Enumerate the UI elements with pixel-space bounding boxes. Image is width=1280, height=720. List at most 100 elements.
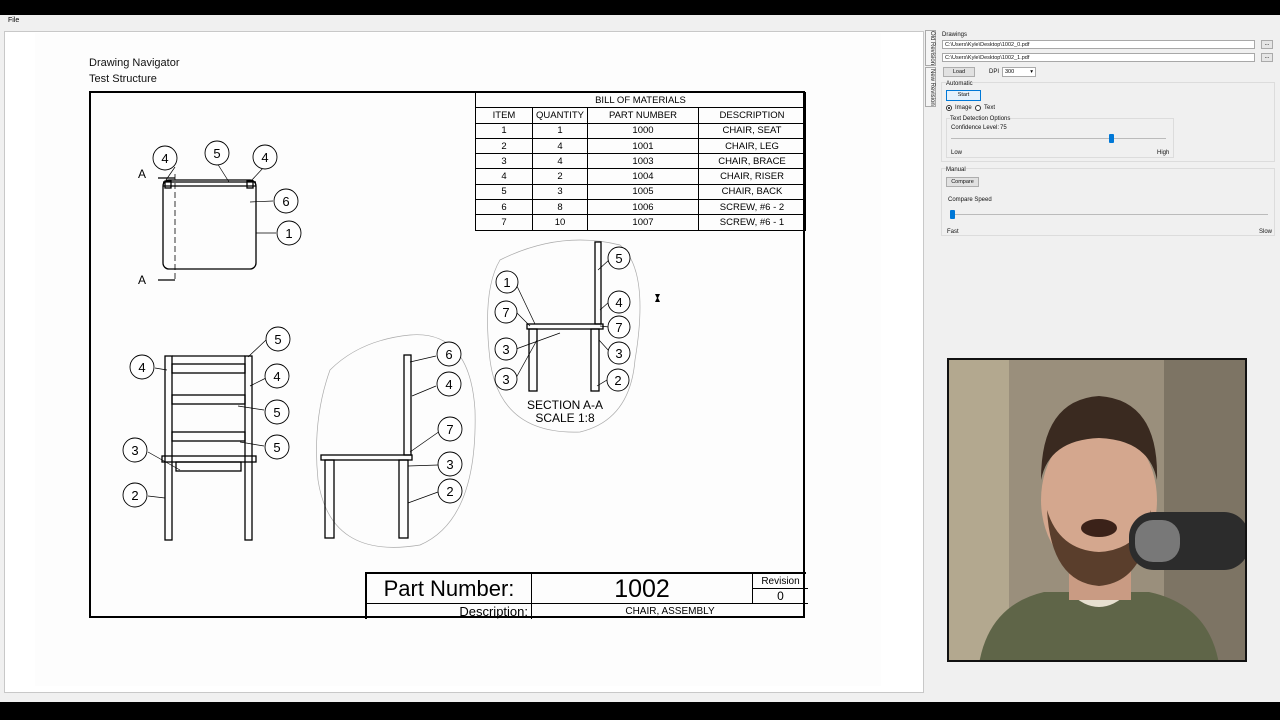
svg-text:5: 5 xyxy=(213,146,220,161)
callout-balloon: 6 xyxy=(273,188,299,214)
title-block: Part Number: 1002 Revision 0 Description… xyxy=(365,572,808,619)
svg-text:4: 4 xyxy=(273,369,280,384)
compare-speed-fast-label: Fast xyxy=(947,229,959,235)
svg-text:3: 3 xyxy=(502,372,509,387)
callout-balloon: 3 xyxy=(607,341,631,365)
compare-button[interactable]: Compare xyxy=(946,177,979,187)
callout-balloon: 3 xyxy=(122,437,148,463)
svg-text:6: 6 xyxy=(445,347,452,362)
callout-balloon: 5 xyxy=(607,246,631,270)
revision-value: 0 xyxy=(753,589,808,604)
svg-text:3: 3 xyxy=(131,443,138,458)
tab-new-revision[interactable]: New Revision xyxy=(925,67,936,107)
callout-balloon: 7 xyxy=(607,315,631,339)
sheet-subtitle: Test Structure xyxy=(89,73,157,85)
svg-text:2: 2 xyxy=(131,488,138,503)
menu-bar: File xyxy=(0,15,1280,27)
manual-label: Manual xyxy=(946,167,966,173)
part-number-value: 1002 xyxy=(532,574,753,604)
sheet-title: Drawing Navigator xyxy=(89,57,180,69)
dpi-select[interactable]: 300 ▾ xyxy=(1002,67,1036,77)
callout-balloon: 5 xyxy=(264,434,290,460)
menu-file[interactable]: File xyxy=(8,17,19,24)
cursor-icon xyxy=(655,294,660,302)
automatic-label: Automatic xyxy=(946,81,973,87)
callout-balloon: 5 xyxy=(264,399,290,425)
section-label: SECTION A-A xyxy=(527,398,603,412)
callout-balloon: 2 xyxy=(606,368,630,392)
start-button[interactable]: Start xyxy=(946,90,981,101)
callout-balloon: 1 xyxy=(495,270,519,294)
svg-text:3: 3 xyxy=(502,342,509,357)
compare-speed-slow-label: Slow xyxy=(1259,229,1273,235)
svg-text:5: 5 xyxy=(615,251,622,266)
radio-image-label: Image xyxy=(955,105,972,111)
compare-speed-slider[interactable] xyxy=(950,210,1268,219)
confidence-value: 75 xyxy=(1000,125,1007,131)
radio-image[interactable] xyxy=(946,105,952,111)
callout-balloon: 3 xyxy=(494,337,518,361)
callout-balloon: 3 xyxy=(494,367,518,391)
old-drawing-path-input[interactable]: C:\Users\Kyle\Desktop\1002_0.pdf xyxy=(942,40,1255,49)
callout-balloon: 4 xyxy=(607,290,631,314)
svg-text:2: 2 xyxy=(446,484,453,499)
svg-text:4: 4 xyxy=(161,151,168,166)
svg-text:7: 7 xyxy=(502,305,509,320)
top-view xyxy=(158,162,276,282)
compare-speed-label: Compare Speed xyxy=(948,197,992,203)
description-label: Description: xyxy=(367,604,532,619)
load-button[interactable]: Load xyxy=(943,67,975,77)
front-view xyxy=(147,339,267,541)
svg-text:3: 3 xyxy=(615,346,622,361)
radio-text-label: Text xyxy=(984,105,996,111)
webcam-video xyxy=(949,360,1245,660)
callout-balloon: 4 xyxy=(129,354,155,380)
callout-balloon: 7 xyxy=(494,300,518,324)
callout-balloon: 4 xyxy=(264,363,290,389)
confidence-slider-thumb[interactable] xyxy=(1108,134,1114,143)
description-value: CHAIR, ASSEMBLY xyxy=(625,606,715,617)
chair-drawing: 4 5 4 6 1 4 5 4 5 5 3 2 6 4 7 3 2 1 7 3 … xyxy=(122,140,660,548)
section-scale: SCALE 1:8 xyxy=(535,411,595,425)
callout-balloon: 2 xyxy=(122,482,148,508)
browse-new-button[interactable]: ... xyxy=(1261,53,1273,62)
svg-text:3: 3 xyxy=(446,457,453,472)
svg-text:7: 7 xyxy=(615,320,622,335)
new-drawing-path-input[interactable]: C:\Users\Kyle\Desktop\1002_1.pdf xyxy=(942,53,1255,62)
tab-old-revision[interactable]: Old Revision xyxy=(925,30,936,66)
taskbar xyxy=(0,702,1280,720)
chevron-down-icon: ▾ xyxy=(1030,69,1033,75)
svg-text:5: 5 xyxy=(273,440,280,455)
callout-balloon: 4 xyxy=(152,145,178,171)
callout-balloon: 5 xyxy=(204,140,230,166)
callout-balloon: 7 xyxy=(437,416,463,442)
radio-text[interactable] xyxy=(975,105,981,111)
confidence-slider[interactable] xyxy=(951,134,1166,143)
callout-balloon: 3 xyxy=(437,451,463,477)
callout-balloon: 4 xyxy=(436,371,462,397)
svg-text:1: 1 xyxy=(285,226,292,241)
browse-old-button[interactable]: ... xyxy=(1261,40,1273,49)
svg-text:5: 5 xyxy=(273,405,280,420)
section-mark-top: A xyxy=(138,167,146,181)
section-mark-bottom: A xyxy=(138,273,146,287)
callout-balloon: 2 xyxy=(437,478,463,504)
confidence-high-label: High xyxy=(1157,150,1170,156)
svg-text:4: 4 xyxy=(615,295,622,310)
svg-text:1: 1 xyxy=(503,275,510,290)
svg-text:4: 4 xyxy=(138,360,145,375)
svg-text:4: 4 xyxy=(261,150,268,165)
confidence-label: Confidence Level: xyxy=(951,125,1000,131)
part-number-label: Part Number: xyxy=(367,574,532,604)
title-bar xyxy=(0,0,1280,15)
svg-text:7: 7 xyxy=(446,422,453,437)
dpi-value: 300 xyxy=(1005,69,1015,75)
svg-text:2: 2 xyxy=(614,373,621,388)
callout-balloon: 6 xyxy=(436,341,462,367)
drawings-label: Drawings xyxy=(942,32,968,38)
compare-speed-slider-thumb[interactable] xyxy=(950,210,955,219)
webcam-overlay xyxy=(947,358,1247,662)
callout-balloon: 4 xyxy=(252,144,278,170)
svg-text:6: 6 xyxy=(282,194,289,209)
text-detection-label: Text Detection Options xyxy=(950,116,1011,122)
